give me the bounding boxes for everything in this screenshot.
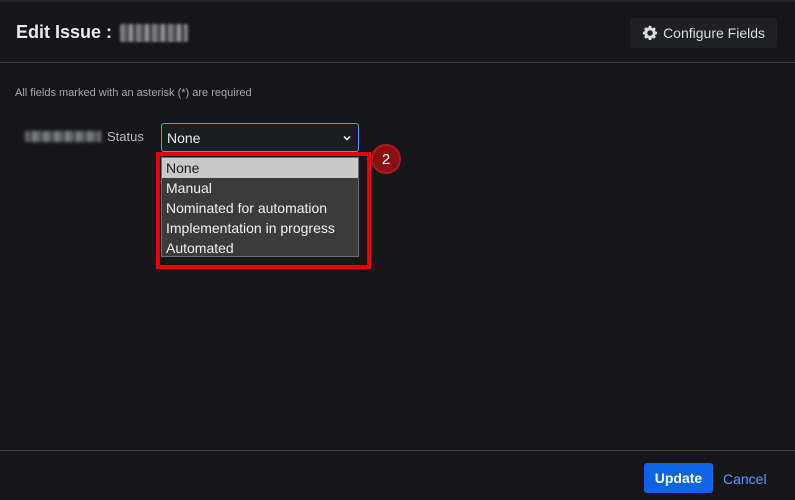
status-select-value: None xyxy=(167,129,201,146)
required-fields-note: All fields marked with an asterisk (*) a… xyxy=(15,87,252,99)
step-number-badge: 2 xyxy=(371,144,401,174)
dialog-title: Edit Issue : xyxy=(16,22,189,43)
dialog-title-text: Edit Issue : xyxy=(16,22,113,42)
gear-icon xyxy=(642,25,658,40)
update-button[interactable]: Update xyxy=(644,463,713,493)
redacted-label-prefix xyxy=(25,131,101,142)
cancel-link[interactable]: Cancel xyxy=(723,471,767,487)
configure-fields-button[interactable]: Configure Fields xyxy=(630,18,777,48)
status-label-text: Status xyxy=(107,129,144,144)
configure-fields-label: Configure Fields xyxy=(663,25,765,41)
status-select[interactable]: None xyxy=(161,123,359,152)
redacted-issue-key xyxy=(120,23,189,42)
dialog-header: Edit Issue : Configure Fields xyxy=(0,2,795,63)
annotation-highlight-box xyxy=(156,152,371,269)
chevron-down-icon xyxy=(343,135,351,141)
status-field-label: Status xyxy=(25,129,144,144)
